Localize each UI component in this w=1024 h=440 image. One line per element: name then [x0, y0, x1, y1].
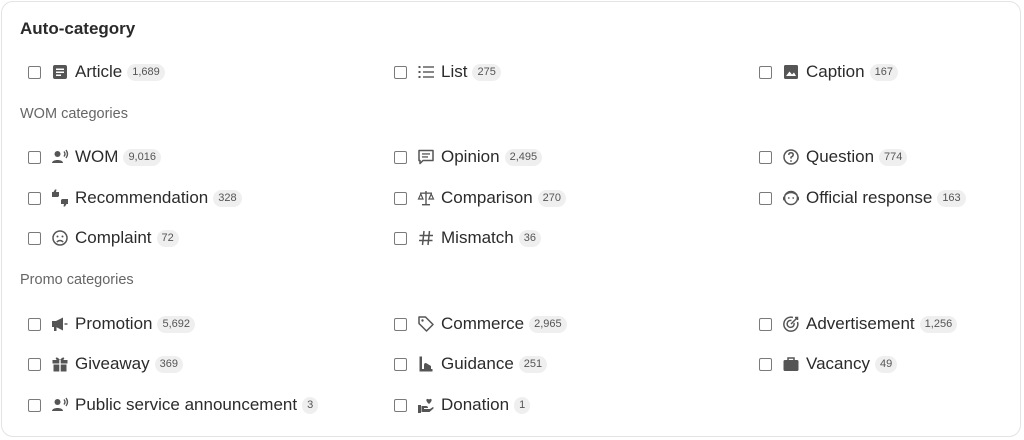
category-wom[interactable]: WOM 9,016: [28, 146, 161, 168]
checkbox-donation[interactable]: [394, 398, 407, 412]
category-label: Advertisement: [806, 314, 915, 333]
category-advertisement[interactable]: Advertisement 1,256: [759, 313, 958, 335]
count-badge: 270: [537, 189, 567, 207]
target-icon: [782, 315, 800, 333]
category-label: Official response: [806, 188, 933, 207]
count-badge: 163: [937, 189, 966, 207]
checkbox-comparison[interactable]: [394, 191, 407, 205]
category-opinion[interactable]: Opinion 2,495: [394, 146, 543, 168]
count-badge: 167: [869, 63, 898, 81]
category-label: Recommendation: [75, 188, 209, 207]
count-badge: 1: [514, 396, 531, 414]
category-complaint[interactable]: Complaint 72: [28, 227, 179, 249]
gift-icon: [51, 355, 69, 373]
category-label: Mismatch: [441, 228, 514, 247]
checkbox-question[interactable]: [759, 150, 772, 164]
checkbox-commerce[interactable]: [394, 317, 407, 331]
category-vacancy[interactable]: Vacancy 49: [759, 353, 898, 375]
checkbox-complaint[interactable]: [28, 231, 41, 245]
count-badge: 5,692: [157, 315, 196, 333]
count-badge: 2,965: [529, 315, 567, 333]
count-badge: 36: [518, 229, 541, 247]
question-circle-icon: [782, 148, 800, 166]
category-label: Donation: [441, 395, 510, 414]
category-caption[interactable]: Caption 167: [759, 61, 898, 83]
category-guidance[interactable]: Guidance 251: [394, 353, 548, 375]
checkbox-giveaway[interactable]: [28, 357, 41, 371]
category-mismatch[interactable]: Mismatch 36: [394, 227, 541, 249]
category-donation[interactable]: Donation 1: [394, 394, 531, 416]
donation-hand-icon: [417, 396, 435, 414]
category-label: Promotion: [75, 314, 153, 333]
checkbox-advertisement[interactable]: [759, 317, 772, 331]
person-voice-icon: [51, 148, 69, 166]
count-badge: 1,256: [919, 315, 958, 333]
category-comparison[interactable]: Comparison 270: [394, 187, 567, 209]
hash-icon: [417, 229, 435, 247]
panel-title: Auto-category: [20, 19, 136, 38]
megaphone-icon: [51, 315, 69, 333]
category-label: Caption: [806, 62, 865, 81]
count-badge: 369: [154, 355, 183, 373]
person-voice-icon: [51, 396, 69, 414]
category-label: Opinion: [441, 147, 500, 166]
checkbox-vacancy[interactable]: [759, 357, 772, 371]
checkbox-promotion[interactable]: [28, 317, 41, 331]
category-label: List: [441, 62, 468, 81]
speech-bubble-icon: [417, 148, 435, 166]
category-label: Complaint: [75, 228, 152, 247]
sad-face-icon: [51, 229, 69, 247]
support-agent-icon: [782, 189, 800, 207]
category-list[interactable]: List 275: [394, 61, 501, 83]
count-badge: 49: [874, 355, 898, 373]
checkbox-article[interactable]: [28, 65, 41, 79]
count-badge: 72: [156, 229, 179, 247]
count-badge: 251: [518, 355, 548, 373]
checkbox-opinion[interactable]: [394, 150, 407, 164]
category-official-response[interactable]: Official response 163: [759, 187, 966, 209]
section-label-promo: Promo categories: [20, 272, 134, 288]
category-label: Giveaway: [75, 354, 150, 373]
image-icon: [782, 63, 800, 81]
category-question[interactable]: Question 774: [759, 146, 908, 168]
briefcase-icon: [782, 355, 800, 373]
count-badge: 328: [213, 189, 242, 207]
article-icon: [51, 63, 69, 81]
category-promotion[interactable]: Promotion 5,692: [28, 313, 196, 335]
category-public-service-announcement[interactable]: Public service announcement 3: [28, 394, 319, 416]
count-badge: 9,016: [123, 148, 161, 166]
checkbox-official-response[interactable]: [759, 191, 772, 205]
category-label: Public service announcement: [75, 395, 298, 414]
category-label: Guidance: [441, 354, 514, 373]
checkbox-list[interactable]: [394, 65, 407, 79]
checkbox-public-service-announcement[interactable]: [28, 398, 41, 412]
guidance-icon: [417, 355, 435, 373]
tag-icon: [417, 315, 435, 333]
checkbox-mismatch[interactable]: [394, 231, 407, 245]
category-label: WOM: [75, 147, 119, 166]
category-label: Comparison: [441, 188, 533, 207]
checkbox-guidance[interactable]: [394, 357, 407, 371]
category-commerce[interactable]: Commerce 2,965: [394, 313, 567, 335]
count-badge: 774: [879, 148, 908, 166]
count-badge: 1,689: [127, 63, 165, 81]
category-label: Question: [806, 147, 875, 166]
category-article[interactable]: Article 1,689: [28, 61, 165, 83]
category-label: Vacancy: [806, 354, 870, 373]
thumbs-up-down-icon: [51, 189, 69, 207]
checkbox-recommendation[interactable]: [28, 191, 41, 205]
category-label: Commerce: [441, 314, 525, 333]
list-icon: [417, 63, 435, 81]
category-recommendation[interactable]: Recommendation 328: [28, 187, 242, 209]
count-badge: 2,495: [504, 148, 543, 166]
count-badge: 275: [472, 63, 501, 81]
category-giveaway[interactable]: Giveaway 369: [28, 353, 183, 375]
scales-icon: [417, 189, 435, 207]
section-label-wom: WOM categories: [20, 106, 128, 122]
checkbox-caption[interactable]: [759, 65, 772, 79]
category-label: Article: [75, 62, 123, 81]
count-badge: 3: [302, 396, 319, 414]
checkbox-wom[interactable]: [28, 150, 41, 164]
